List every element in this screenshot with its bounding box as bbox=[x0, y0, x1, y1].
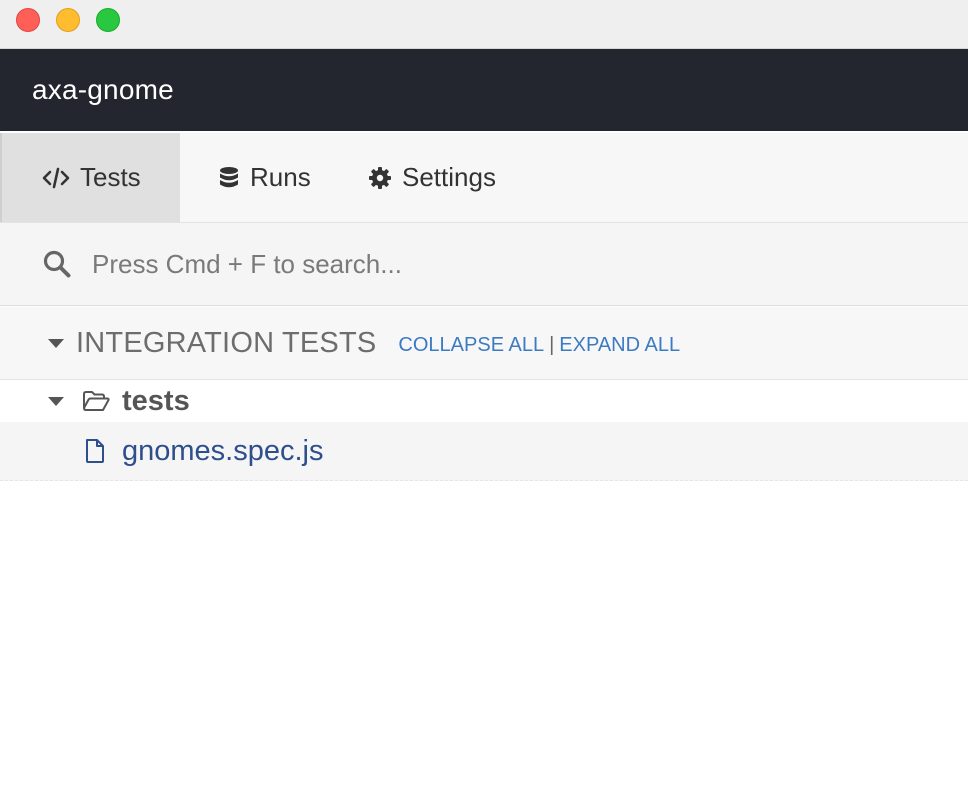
links-separator: | bbox=[549, 333, 555, 356]
integration-tests-header: INTEGRATION TESTS COLLAPSE ALL | EXPAND … bbox=[0, 307, 968, 380]
maximize-window-button[interactable] bbox=[96, 8, 120, 32]
search-bar bbox=[0, 223, 968, 306]
app-window: axa-gnome Tests Runs Settings Press Cmd … bbox=[0, 0, 968, 810]
tab-settings[interactable]: Settings bbox=[350, 133, 496, 222]
close-window-button[interactable] bbox=[16, 8, 40, 32]
search-icon bbox=[42, 249, 74, 279]
folder-row-tests[interactable]: tests bbox=[0, 380, 968, 422]
app-header: axa-gnome bbox=[0, 49, 968, 131]
chevron-down-icon[interactable] bbox=[48, 396, 64, 406]
project-name: axa-gnome bbox=[32, 74, 174, 105]
folder-name: tests bbox=[122, 384, 190, 417]
expand-all-link[interactable]: EXPAND ALL bbox=[559, 334, 680, 357]
collapse-all-link[interactable]: COLLAPSE ALL bbox=[398, 334, 544, 357]
tab-tests[interactable]: Tests bbox=[0, 133, 180, 222]
folder-open-icon bbox=[82, 390, 110, 412]
tab-runs[interactable]: Runs bbox=[180, 133, 350, 222]
search-input[interactable] bbox=[90, 247, 894, 281]
spec-file-name[interactable]: gnomes.spec.js bbox=[122, 435, 324, 468]
tab-settings-label: Settings bbox=[402, 162, 496, 192]
minimize-window-button[interactable] bbox=[56, 8, 80, 32]
tab-runs-label: Runs bbox=[250, 162, 311, 192]
file-icon bbox=[84, 438, 106, 464]
spec-file-row[interactable]: gnomes.spec.js bbox=[0, 422, 968, 481]
chevron-down-icon[interactable] bbox=[48, 338, 64, 348]
nav-tabs: Tests Runs Settings bbox=[0, 133, 968, 223]
code-icon bbox=[42, 167, 70, 189]
gear-icon bbox=[368, 166, 392, 190]
section-title: INTEGRATION TESTS bbox=[76, 326, 377, 359]
database-icon bbox=[218, 166, 240, 190]
tree-controls: COLLAPSE ALL | EXPAND ALL bbox=[398, 330, 680, 357]
tab-tests-label: Tests bbox=[80, 162, 141, 192]
title-bar bbox=[0, 0, 968, 49]
